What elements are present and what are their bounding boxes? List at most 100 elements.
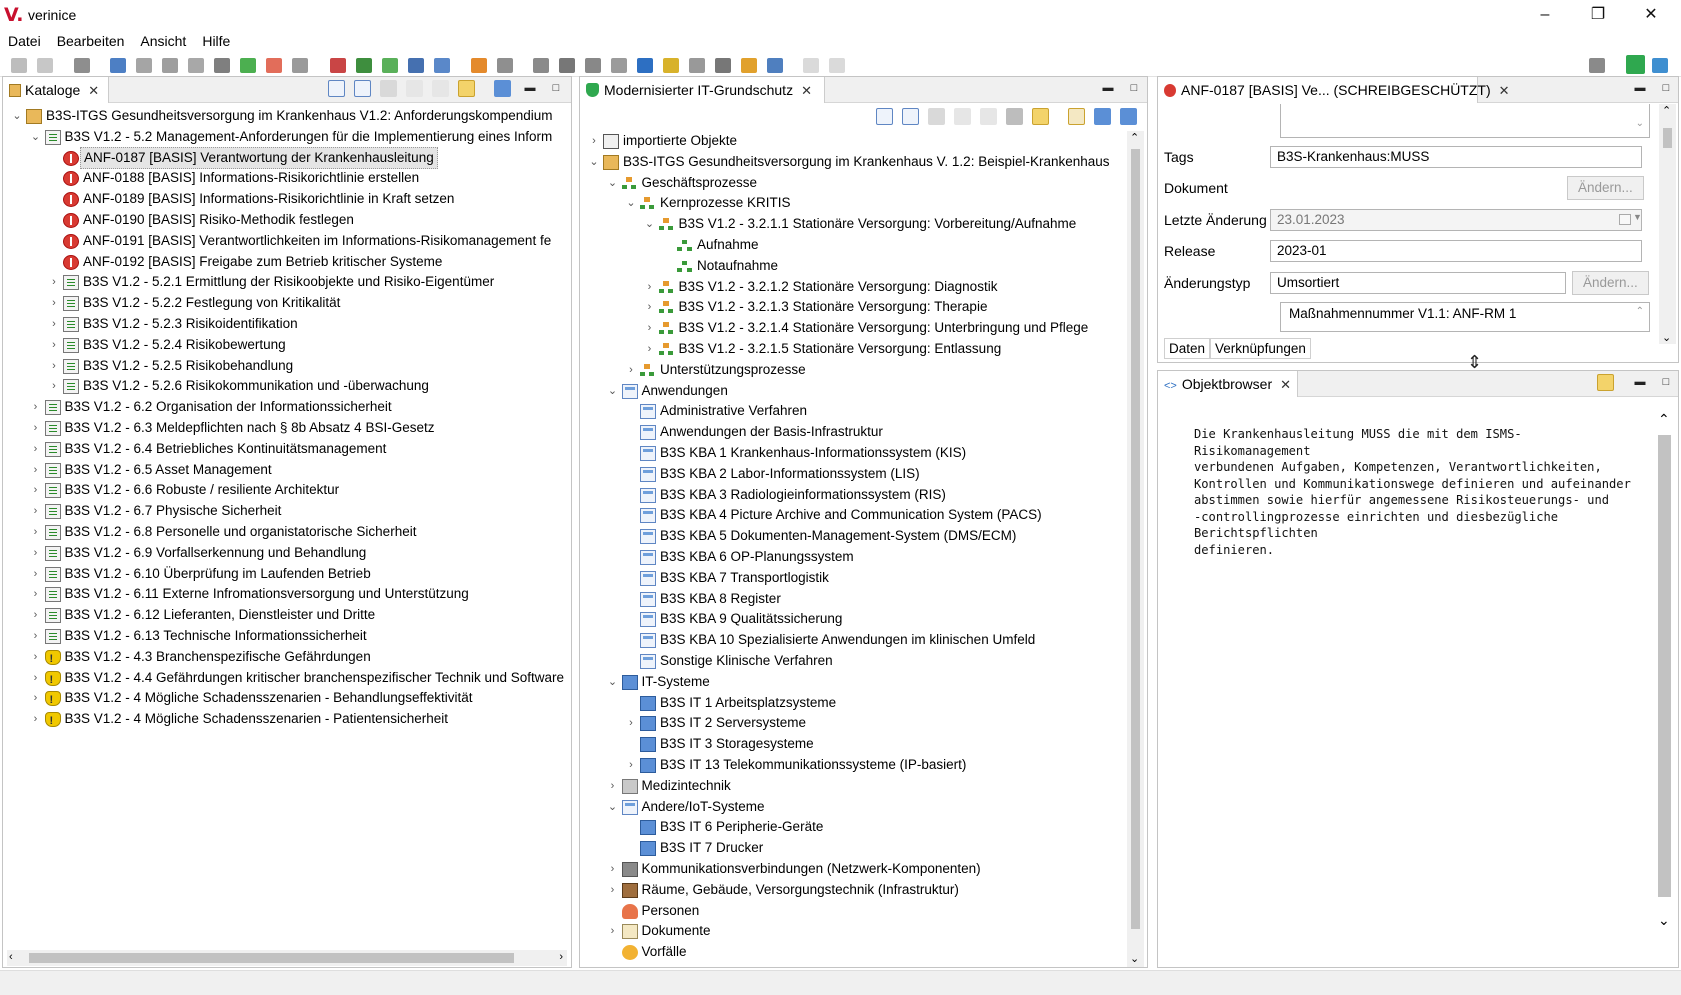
chevron-right-icon[interactable]: ›	[48, 376, 60, 396]
tab-objektbrowser[interactable]: <> Objektbrowser ✕	[1158, 371, 1298, 397]
window-icon[interactable]	[611, 58, 627, 73]
todo-icon[interactable]	[471, 58, 487, 73]
tree-icon[interactable]	[356, 58, 372, 73]
forward-icon[interactable]	[980, 108, 997, 125]
scroll-right-icon[interactable]: ›	[559, 951, 563, 963]
link-editor-icon[interactable]	[1032, 108, 1049, 125]
home-icon[interactable]	[380, 80, 397, 97]
expand-all-icon[interactable]	[328, 80, 345, 97]
menu-ansicht[interactable]: Ansicht	[132, 31, 194, 51]
vscroll-thumb[interactable]	[1131, 149, 1140, 929]
chevron-right-icon[interactable]: ›	[588, 131, 600, 151]
chevron-down-icon[interactable]: ⌄	[607, 381, 619, 401]
group-icon[interactable]	[214, 58, 230, 73]
export-icon[interactable]	[1094, 108, 1111, 125]
close-icon[interactable]: ✕	[1280, 377, 1291, 392]
description-field[interactable]: ⌄	[1280, 104, 1650, 138]
vscroll-thumb[interactable]	[1663, 128, 1672, 148]
catalog-icon[interactable]	[408, 58, 424, 73]
maximize-button[interactable]: ❐	[1578, 2, 1618, 28]
minimize-view-icon[interactable]: ▬	[1100, 80, 1116, 96]
chevron-right-icon[interactable]: ›	[625, 755, 637, 775]
scroll-down-icon[interactable]: ⌄	[1130, 952, 1139, 965]
calendar-icon[interactable]	[1619, 214, 1631, 225]
person-icon[interactable]	[559, 58, 575, 73]
import-icon[interactable]	[1120, 108, 1137, 125]
check-icon[interactable]	[382, 58, 398, 73]
paste-icon[interactable]	[136, 58, 152, 73]
catalog-hscrollbar[interactable]: ‹ ›	[7, 950, 567, 966]
chevron-down-icon[interactable]: ⌄	[11, 106, 23, 126]
refresh-icon[interactable]	[240, 58, 256, 73]
chevron-right-icon[interactable]: ›	[30, 522, 42, 542]
lock-icon[interactable]	[162, 58, 178, 73]
vscroll-thumb[interactable]	[1658, 435, 1671, 897]
edit-icon[interactable]	[663, 58, 679, 73]
chevron-right-icon[interactable]: ›	[30, 480, 42, 500]
save-icon[interactable]	[11, 58, 27, 73]
letzte-aenderung-field[interactable]: 23.01.2023	[1270, 209, 1642, 231]
link-editor-icon[interactable]	[458, 80, 475, 97]
chevron-right-icon[interactable]: ›	[48, 335, 60, 355]
notes-icon[interactable]	[434, 58, 450, 73]
chevron-right-icon[interactable]: ›	[607, 880, 619, 900]
minimize-view-icon[interactable]: ▬	[522, 80, 538, 96]
menu-datei[interactable]: Datei	[0, 31, 49, 51]
copy-icon[interactable]	[110, 58, 126, 73]
chevron-right-icon[interactable]: ›	[30, 668, 42, 688]
search-icon[interactable]	[767, 58, 783, 73]
chevron-down-icon[interactable]: ▼	[1633, 212, 1642, 222]
link-editor-icon[interactable]	[1597, 374, 1614, 391]
scroll-left-icon[interactable]: ‹	[9, 951, 13, 963]
scroll-up-icon[interactable]: ⌃	[1662, 104, 1671, 117]
collapse-all-icon[interactable]	[902, 108, 919, 125]
scroll-down-icon[interactable]: ⌄	[1662, 331, 1671, 344]
collapse-all-icon[interactable]	[354, 80, 371, 97]
chevron-down-icon[interactable]: ⌄	[625, 193, 637, 213]
close-icon[interactable]: ✕	[1499, 83, 1510, 98]
chevron-right-icon[interactable]: ›	[607, 921, 619, 941]
chevron-right-icon[interactable]: ›	[30, 564, 42, 584]
chevron-right-icon[interactable]: ›	[30, 460, 42, 480]
chevron-right-icon[interactable]: ›	[30, 605, 42, 625]
chevron-right-icon[interactable]: ›	[607, 859, 619, 879]
chevron-right-icon[interactable]: ›	[30, 543, 42, 563]
hscroll-thumb[interactable]	[29, 953, 514, 963]
chevron-right-icon[interactable]: ›	[30, 439, 42, 459]
link-icon[interactable]	[715, 58, 731, 73]
maximize-view-icon[interactable]: □	[548, 80, 564, 96]
print-icon[interactable]	[74, 58, 90, 73]
redo-icon[interactable]	[829, 58, 845, 73]
chevron-right-icon[interactable]: ›	[30, 688, 42, 708]
grundschutz-vscrollbar[interactable]: ⌃ ⌄	[1127, 131, 1144, 967]
chevron-down-icon[interactable]: ⌄	[644, 214, 656, 234]
chevron-right-icon[interactable]: ›	[30, 501, 42, 521]
maximize-view-icon[interactable]: □	[1126, 80, 1142, 96]
attach-icon[interactable]	[689, 58, 705, 73]
key-icon[interactable]	[741, 58, 757, 73]
tab-kataloge[interactable]: Kataloge ✕	[3, 77, 109, 103]
minimize-button[interactable]: –	[1525, 2, 1565, 28]
chevron-right-icon[interactable]: ›	[48, 272, 60, 292]
report-icon[interactable]	[266, 58, 282, 73]
chevron-down-icon[interactable]: ⌄	[607, 797, 619, 817]
grid-icon[interactable]	[188, 58, 204, 73]
chevron-right-icon[interactable]: ›	[625, 713, 637, 733]
home-icon[interactable]	[928, 108, 945, 125]
dokument-aendern-button[interactable]: Ändern...	[1567, 176, 1644, 200]
scroll-down-icon[interactable]: ⌄	[1658, 912, 1670, 929]
chevron-right-icon[interactable]: ›	[607, 776, 619, 796]
aenderungstyp-aendern-button[interactable]: Ändern...	[1572, 271, 1649, 295]
scroll-up-icon[interactable]: ⌃	[1658, 411, 1670, 428]
subtab-daten[interactable]: Daten	[1164, 338, 1211, 359]
grundschutz-perspective-icon[interactable]	[1626, 55, 1645, 74]
chevron-right-icon[interactable]: ›	[644, 318, 656, 338]
persons-icon[interactable]	[585, 58, 601, 73]
audit-icon[interactable]	[497, 58, 513, 73]
chevron-down-icon[interactable]: ⌄	[30, 127, 42, 147]
undo-icon[interactable]	[803, 58, 819, 73]
menu-bearbeiten[interactable]: Bearbeiten	[49, 31, 133, 51]
export-icon[interactable]	[292, 58, 308, 73]
code-icon[interactable]	[637, 58, 653, 73]
chevron-right-icon[interactable]: ›	[30, 626, 42, 646]
